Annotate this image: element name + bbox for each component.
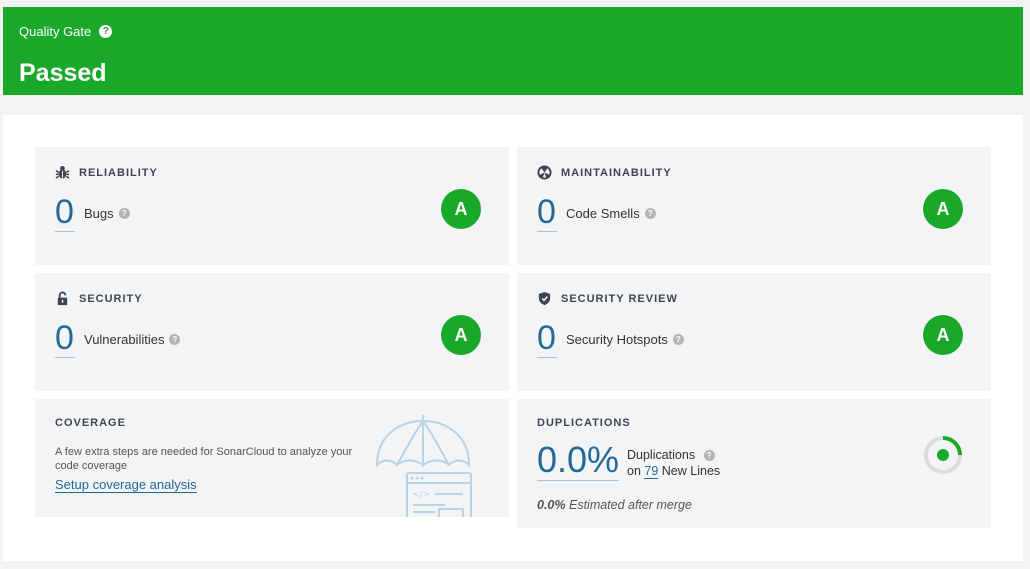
help-icon[interactable]: ? bbox=[118, 207, 130, 219]
reliability-title-text: RELIABILITY bbox=[79, 166, 158, 179]
reliability-rating[interactable]: A bbox=[441, 189, 481, 229]
reliability-card: RELIABILITY 0 Bugs ? A bbox=[35, 147, 509, 265]
duplication-donut-icon[interactable] bbox=[921, 433, 965, 477]
measures-panel: RELIABILITY 0 Bugs ? A MAINTAINABILITY 0… bbox=[3, 115, 1023, 561]
security-title: SECURITY bbox=[55, 291, 143, 306]
setup-coverage-link[interactable]: Setup coverage analysis bbox=[55, 477, 197, 493]
maintainability-title-text: MAINTAINABILITY bbox=[561, 166, 672, 179]
new-lines-label: New Lines bbox=[661, 464, 721, 478]
duplications-after-merge: 0.0% Estimated after merge bbox=[537, 498, 692, 512]
on-prefix: on bbox=[627, 464, 641, 478]
help-icon[interactable]: ? bbox=[644, 207, 656, 219]
duplications-card: DUPLICATIONS 0.0% Duplications ? on 79 N… bbox=[517, 399, 991, 528]
bugs-label: Bugs bbox=[84, 205, 114, 221]
security-review-title-text: SECURITY REVIEW bbox=[561, 292, 678, 305]
merge-value: 0.0% bbox=[537, 498, 566, 512]
security-review-card: SECURITY REVIEW 0 Security Hotspots ? A bbox=[517, 273, 991, 391]
bug-icon bbox=[55, 165, 70, 180]
help-icon[interactable]: ? bbox=[99, 25, 113, 38]
security-title-text: SECURITY bbox=[79, 292, 143, 305]
new-lines-link[interactable]: 79 bbox=[644, 464, 659, 479]
coverage-card: COVERAGE A few extra steps are needed fo… bbox=[35, 399, 509, 517]
svg-text:</>: </> bbox=[413, 490, 430, 500]
coverage-title: COVERAGE bbox=[55, 417, 126, 429]
security-review-metric: 0 Security Hotspots ? bbox=[537, 320, 684, 358]
reliability-metric: 0 Bugs ? bbox=[55, 194, 130, 232]
duplications-info: Duplications ? on 79 New Lines bbox=[627, 447, 720, 479]
code-smells-count[interactable]: 0 bbox=[537, 194, 557, 232]
vulnerabilities-label: Vulnerabilities bbox=[84, 331, 165, 347]
hotspots-label: Security Hotspots bbox=[566, 331, 668, 347]
help-icon[interactable]: ? bbox=[703, 450, 715, 462]
security-review-rating[interactable]: A bbox=[923, 315, 963, 355]
help-icon[interactable]: ? bbox=[169, 333, 181, 345]
umbrella-icon: </> bbox=[375, 415, 472, 517]
vulnerabilities-count[interactable]: 0 bbox=[55, 320, 75, 358]
reliability-title: RELIABILITY bbox=[55, 165, 158, 180]
maintainability-title: MAINTAINABILITY bbox=[537, 165, 672, 180]
help-icon[interactable]: ? bbox=[672, 333, 684, 345]
lock-icon bbox=[57, 291, 68, 306]
code-smell-icon bbox=[537, 165, 552, 180]
coverage-title-text: COVERAGE bbox=[55, 417, 126, 429]
quality-gate-label: Quality Gate bbox=[19, 24, 92, 39]
duplications-value[interactable]: 0.0% bbox=[537, 440, 620, 481]
security-review-title: SECURITY REVIEW bbox=[537, 291, 678, 306]
duplications-label: Duplications bbox=[627, 448, 696, 462]
merge-label: Estimated after merge bbox=[568, 498, 692, 512]
shield-icon bbox=[538, 291, 551, 306]
coverage-description: A few extra steps are needed for SonarCl… bbox=[55, 446, 353, 472]
code-smells-label: Code Smells bbox=[566, 205, 640, 221]
hotspots-count[interactable]: 0 bbox=[537, 320, 557, 358]
maintainability-metric: 0 Code Smells ? bbox=[537, 194, 656, 232]
quality-gate-banner: Quality Gate ? Passed bbox=[3, 7, 1023, 95]
duplications-title-text: DUPLICATIONS bbox=[537, 417, 631, 429]
duplications-title: DUPLICATIONS bbox=[537, 417, 631, 429]
quality-gate-status: Passed bbox=[19, 59, 107, 87]
quality-gate-title-row: Quality Gate ? bbox=[19, 24, 113, 39]
maintainability-rating[interactable]: A bbox=[923, 189, 963, 229]
security-rating[interactable]: A bbox=[441, 315, 481, 355]
security-metric: 0 Vulnerabilities ? bbox=[55, 320, 181, 358]
maintainability-card: MAINTAINABILITY 0 Code Smells ? A bbox=[517, 147, 991, 265]
bugs-count[interactable]: 0 bbox=[55, 194, 75, 232]
security-card: SECURITY 0 Vulnerabilities ? A bbox=[35, 273, 509, 391]
